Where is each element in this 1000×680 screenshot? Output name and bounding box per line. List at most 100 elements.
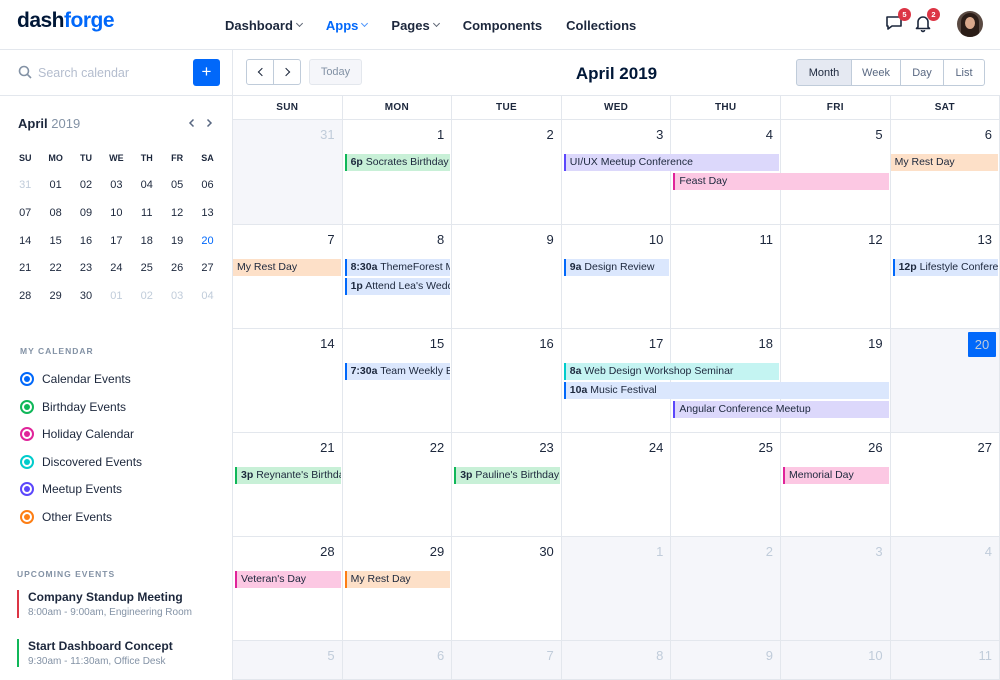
- day-cell[interactable]: 11: [890, 641, 1000, 680]
- view-list-button[interactable]: List: [943, 59, 985, 86]
- day-cell[interactable]: 13: [890, 225, 1000, 329]
- mini-day[interactable]: 20: [192, 235, 222, 247]
- mini-day[interactable]: 19: [162, 235, 192, 247]
- next-month-button[interactable]: [273, 59, 301, 85]
- notifications-button[interactable]: 2: [913, 8, 940, 35]
- nav-dashboard[interactable]: Dashboard: [225, 18, 303, 33]
- day-cell[interactable]: 7: [452, 641, 562, 680]
- logo[interactable]: dashforge: [17, 9, 115, 33]
- mini-day[interactable]: 04: [132, 179, 162, 191]
- mini-day[interactable]: 06: [192, 179, 222, 191]
- mini-day[interactable]: 05: [162, 179, 192, 191]
- calendar-event[interactable]: My Rest Day: [890, 154, 998, 171]
- view-day-button[interactable]: Day: [900, 59, 944, 86]
- calendar-event[interactable]: 1p Attend Lea's Wedding: [344, 278, 451, 295]
- day-cell[interactable]: 6: [342, 641, 453, 680]
- mini-day[interactable]: 24: [101, 262, 131, 274]
- mini-day[interactable]: 31: [10, 179, 40, 191]
- mini-day[interactable]: 22: [40, 262, 70, 274]
- day-cell[interactable]: 14: [233, 329, 343, 433]
- prev-month-button[interactable]: [246, 59, 274, 85]
- day-cell[interactable]: 9: [671, 641, 781, 680]
- mini-day[interactable]: 02: [71, 179, 101, 191]
- mini-day[interactable]: 15: [40, 235, 70, 247]
- calendar-event[interactable]: 6p Socrates Birthday: [344, 154, 451, 171]
- mini-day[interactable]: 01: [40, 179, 70, 191]
- mini-prev-icon[interactable]: [186, 117, 198, 129]
- day-cell[interactable]: 3: [781, 537, 891, 641]
- calendar-event[interactable]: Veteran's Day: [235, 571, 341, 588]
- calendar-event[interactable]: My Rest Day: [233, 259, 341, 276]
- mini-day[interactable]: 21: [10, 262, 40, 274]
- add-event-button[interactable]: +: [193, 59, 220, 86]
- day-cell[interactable]: 15: [342, 329, 453, 433]
- day-cell[interactable]: 3: [561, 120, 672, 225]
- day-cell[interactable]: 22: [342, 433, 453, 537]
- day-cell[interactable]: 26: [781, 433, 891, 537]
- day-cell[interactable]: 1: [342, 120, 453, 225]
- day-cell[interactable]: 25: [671, 433, 781, 537]
- calendar-item-meetup-events[interactable]: Meetup Events: [20, 482, 122, 496]
- day-cell[interactable]: 2: [671, 537, 781, 641]
- calendar-item-birthday-events[interactable]: Birthday Events: [20, 399, 126, 414]
- mini-day[interactable]: 12: [162, 207, 192, 219]
- day-cell[interactable]: 4: [890, 537, 1000, 641]
- day-cell[interactable]: 6: [890, 120, 1000, 225]
- day-cell[interactable]: 12: [781, 225, 891, 329]
- messages-button[interactable]: 5: [884, 8, 911, 35]
- view-week-button[interactable]: Week: [851, 59, 901, 86]
- calendar-event[interactable]: 7:30a Team Weekly Brownbag: [344, 363, 451, 380]
- day-cell[interactable]: 10: [781, 641, 891, 680]
- day-cell[interactable]: 5: [233, 641, 343, 680]
- upcoming-event[interactable]: Company Standup Meeting 8:00am - 9:00am, …: [17, 590, 192, 618]
- mini-day[interactable]: 29: [40, 290, 70, 302]
- calendar-event[interactable]: 12p Lifestyle Conference: [892, 259, 998, 276]
- calendar-event[interactable]: 10a Music Festival: [563, 382, 889, 399]
- mini-day[interactable]: 07: [10, 207, 40, 219]
- today-button[interactable]: Today: [309, 59, 362, 85]
- search-calendar-input[interactable]: [38, 64, 188, 82]
- nav-components[interactable]: Components: [463, 18, 542, 33]
- mini-day[interactable]: 28: [10, 290, 40, 302]
- mini-day[interactable]: 27: [192, 262, 222, 274]
- calendar-event[interactable]: Memorial Day: [783, 467, 889, 484]
- mini-day[interactable]: 08: [40, 207, 70, 219]
- mini-day[interactable]: 10: [101, 207, 131, 219]
- calendar-event[interactable]: 3p Pauline's Birthday: [454, 467, 560, 484]
- calendar-item-calendar-events[interactable]: Calendar Events: [20, 372, 131, 386]
- day-cell[interactable]: 23: [452, 433, 562, 537]
- mini-day[interactable]: 18: [132, 235, 162, 247]
- day-cell[interactable]: 1: [561, 537, 672, 641]
- day-cell[interactable]: 24: [561, 433, 672, 537]
- calendar-item-other-events[interactable]: Other Events: [20, 509, 112, 524]
- upcoming-event[interactable]: Start Dashboard Concept 9:30am - 11:30am,…: [17, 639, 173, 667]
- day-cell[interactable]: 28: [233, 537, 343, 641]
- mini-next-icon[interactable]: [203, 117, 215, 129]
- day-cell[interactable]: 8: [561, 641, 672, 680]
- mini-day[interactable]: 30: [71, 290, 101, 302]
- calendar-event[interactable]: UI/UX Meetup Conference: [563, 154, 779, 171]
- mini-day[interactable]: 13: [192, 207, 222, 219]
- day-cell[interactable]: 9: [452, 225, 562, 329]
- calendar-event[interactable]: 8:30a ThemeForest Meetup: [344, 259, 451, 276]
- mini-day[interactable]: 03: [162, 290, 192, 302]
- calendar-event[interactable]: 9a Design Review: [563, 259, 670, 276]
- user-avatar[interactable]: [957, 11, 983, 37]
- nav-pages[interactable]: Pages: [391, 18, 440, 33]
- mini-day[interactable]: 11: [132, 207, 162, 219]
- mini-day[interactable]: 14: [10, 235, 40, 247]
- day-cell[interactable]: 10: [561, 225, 672, 329]
- day-cell[interactable]: 7: [233, 225, 343, 329]
- mini-day[interactable]: 03: [101, 179, 131, 191]
- day-cell[interactable]: 27: [890, 433, 1000, 537]
- calendar-item-holiday-calendar[interactable]: Holiday Calendar: [20, 427, 134, 441]
- nav-apps[interactable]: Apps: [326, 18, 369, 33]
- mini-day[interactable]: 25: [132, 262, 162, 274]
- mini-day[interactable]: 16: [71, 235, 101, 247]
- mini-day[interactable]: 04: [192, 290, 222, 302]
- mini-day[interactable]: 26: [162, 262, 192, 274]
- day-cell[interactable]: 17: [561, 329, 672, 433]
- day-cell[interactable]: 16: [452, 329, 562, 433]
- day-cell[interactable]: 2: [452, 120, 562, 225]
- calendar-item-discovered-events[interactable]: Discovered Events: [20, 454, 142, 469]
